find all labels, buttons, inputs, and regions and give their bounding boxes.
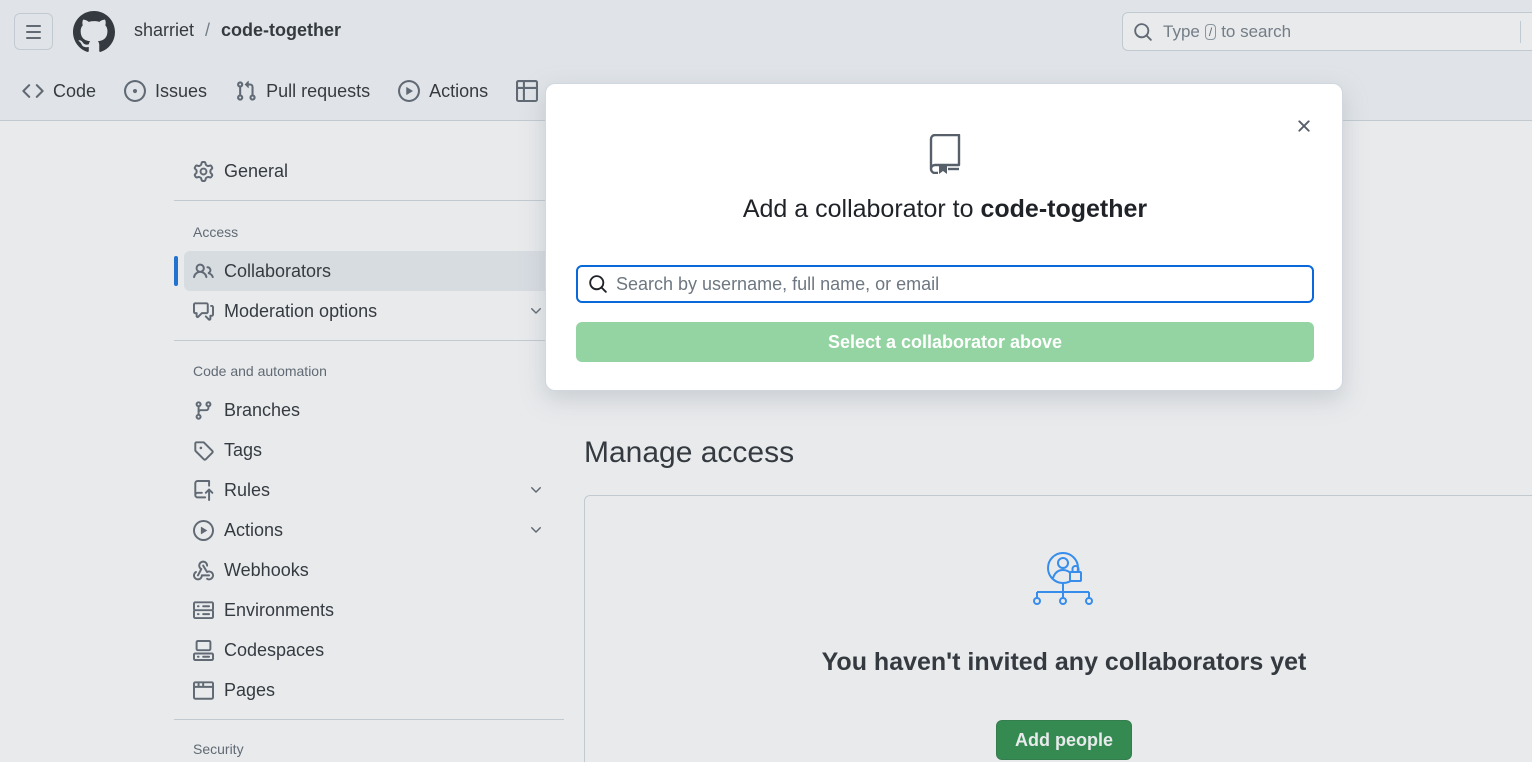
close-button[interactable] [1292, 114, 1316, 138]
collaborator-search-field[interactable] [576, 265, 1314, 303]
search-icon [589, 275, 607, 293]
select-collaborator-button[interactable]: Select a collaborator above [576, 322, 1314, 362]
dialog-title: Add a collaborator to code-together [742, 195, 1148, 223]
repo-icon [929, 134, 961, 174]
dialog-repo-name: code-together [980, 195, 1148, 223]
add-collaborator-dialog: Add a collaborator to code-together Sele… [545, 83, 1343, 391]
collaborator-search-input[interactable] [616, 273, 1296, 295]
close-icon [1298, 120, 1310, 132]
